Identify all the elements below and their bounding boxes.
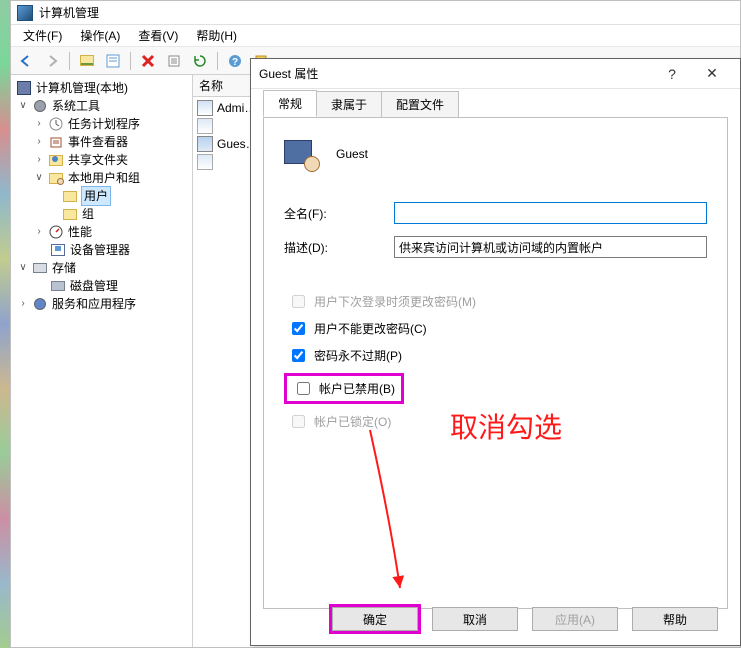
properties-button[interactable] [102,50,124,72]
tree-performance[interactable]: ›性能 [13,223,190,241]
tree-device-manager[interactable]: 设备管理器 [13,241,190,259]
refresh-button[interactable] [189,50,211,72]
tree-disk-mgmt[interactable]: 磁盘管理 [13,277,190,295]
highlighted-checkbox-account-disabled[interactable]: 帐户已禁用(B) [284,373,404,404]
fullname-input[interactable] [394,202,707,224]
help-button[interactable]: ? [652,60,692,88]
tree-storage[interactable]: ∨存储 [13,259,190,277]
help-dialog-button[interactable]: 帮助 [632,607,718,631]
nav-forward-button[interactable] [41,50,63,72]
checkbox-input[interactable] [292,322,305,335]
toolbar-separator [69,52,70,70]
ok-button[interactable]: 确定 [332,607,418,631]
checkbox-input[interactable] [297,382,310,395]
user-icon [197,100,213,116]
tabstrip: 常规 隶属于 配置文件 [251,89,740,117]
tree-users[interactable]: 用户 [13,187,190,205]
nav-back-button[interactable] [15,50,37,72]
window-title: 计算机管理 [39,4,99,21]
menu-view[interactable]: 查看(V) [130,25,186,46]
tab-member-of[interactable]: 隶属于 [316,91,382,117]
toolbar-separator [130,52,131,70]
description-input[interactable] [394,236,707,258]
user-icon [197,154,213,170]
tree-services-apps[interactable]: ›服务和应用程序 [13,295,190,313]
tree-shared-folders[interactable]: ›共享文件夹 [13,151,190,169]
menu-file[interactable]: 文件(F) [15,25,70,46]
cancel-button[interactable]: 取消 [432,607,518,631]
user-large-icon [284,136,320,172]
checkbox-must-change-password: 用户下次登录时须更改密码(M) [288,292,707,311]
menubar: 文件(F) 操作(A) 查看(V) 帮助(H) [11,25,740,47]
tree-event-viewer[interactable]: ›事件查看器 [13,133,190,151]
tree-local-users-groups[interactable]: ∨本地用户和组 [13,169,190,187]
menu-help[interactable]: 帮助(H) [188,25,245,46]
tree-system-tools[interactable]: ∨系统工具 [13,97,190,115]
username-label: Guest [336,147,368,161]
fullname-label: 全名(F): [284,205,394,222]
properties-dialog: Guest 属性 ? ✕ 常规 隶属于 配置文件 Guest 全名(F): 描述… [250,58,741,646]
tree-panel: 计算机管理(本地) ∨系统工具 ›任务计划程序 ›事件查看器 ›共享文件夹 ∨本… [11,75,193,647]
export-button[interactable] [163,50,185,72]
checkbox-input[interactable] [292,349,305,362]
svg-text:?: ? [232,57,238,68]
app-icon [17,5,33,21]
up-folder-button[interactable] [76,50,98,72]
user-icon [197,118,213,134]
tree-root[interactable]: 计算机管理(本地) [13,79,190,97]
titlebar: 计算机管理 [11,1,740,25]
menu-action[interactable]: 操作(A) [72,25,128,46]
close-button[interactable]: ✕ [692,60,732,88]
tree-task-scheduler[interactable]: ›任务计划程序 [13,115,190,133]
tree-groups[interactable]: 组 [13,205,190,223]
user-icon [197,136,213,152]
dialog-titlebar: Guest 属性 ? ✕ [251,59,740,89]
help-button[interactable]: ? [224,50,246,72]
description-label: 描述(D): [284,239,394,256]
checkbox-cannot-change-password[interactable]: 用户不能更改密码(C) [288,319,707,338]
tab-page-general: Guest 全名(F): 描述(D): 用户下次登录时须更改密码(M) 用户不能… [263,117,728,609]
checkbox-input [292,415,305,428]
delete-button[interactable] [137,50,159,72]
checkbox-input [292,295,305,308]
tab-general[interactable]: 常规 [263,90,317,117]
desktop-edge [0,0,10,648]
checkbox-password-never-expires[interactable]: 密码永不过期(P) [288,346,707,365]
dialog-title: Guest 属性 [259,65,652,82]
toolbar-separator [217,52,218,70]
tab-profile[interactable]: 配置文件 [381,91,459,117]
apply-button[interactable]: 应用(A) [532,607,618,631]
dialog-button-row: 确定 取消 应用(A) 帮助 [273,607,718,631]
checkbox-account-locked: 帐户已锁定(O) [288,412,707,431]
